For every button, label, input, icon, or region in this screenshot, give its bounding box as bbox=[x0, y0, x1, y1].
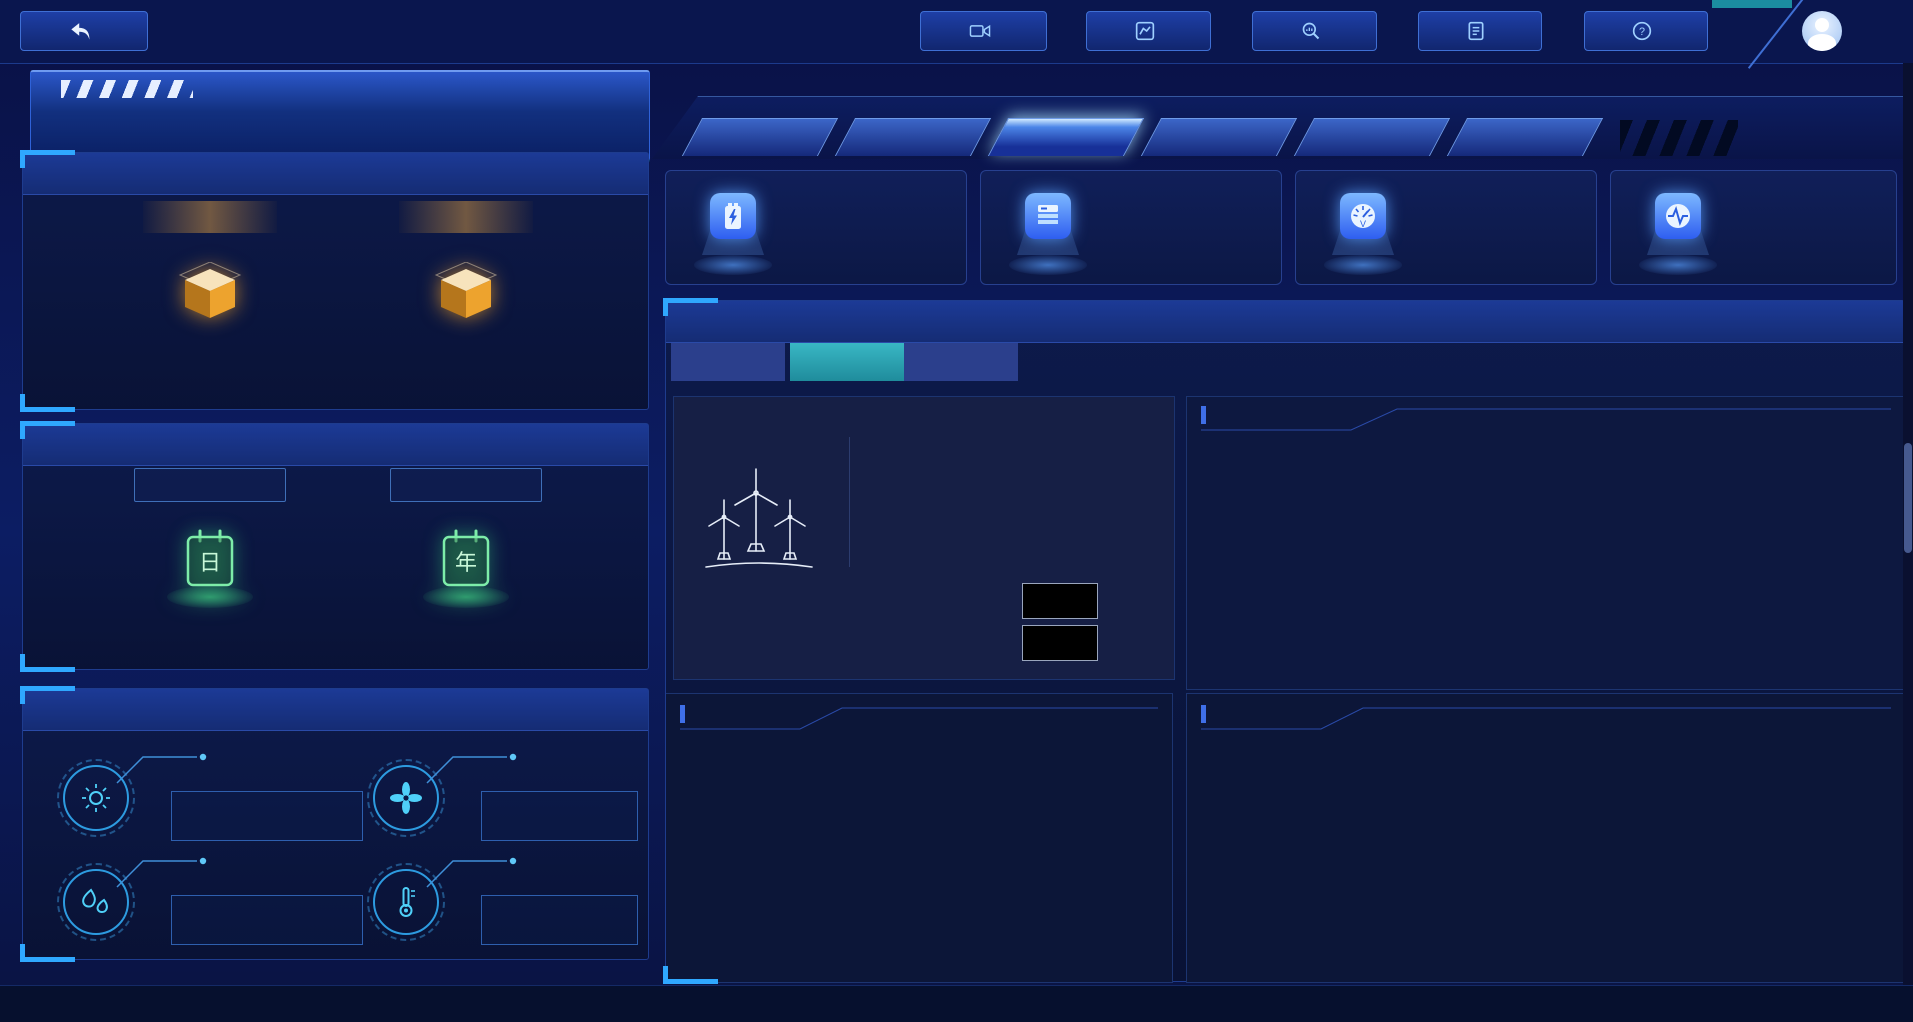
page-scrollbar bbox=[1903, 63, 1913, 985]
wind-speed-item bbox=[363, 747, 663, 847]
connector-line bbox=[115, 749, 219, 787]
svg-text:日: 日 bbox=[199, 550, 221, 575]
gold-cube-icon bbox=[341, 262, 591, 329]
temperature-value-box bbox=[481, 895, 638, 945]
tab-load-system[interactable] bbox=[1457, 118, 1593, 156]
connector-line bbox=[115, 853, 219, 891]
daily-calendar-icon: 日 bbox=[178, 525, 242, 600]
inverter-panel bbox=[665, 300, 1905, 982]
connector-line bbox=[425, 853, 529, 891]
voltmeter-icon: V bbox=[1340, 193, 1386, 239]
topbar-diagonal-divider bbox=[1748, 0, 1806, 69]
tab-pv-system[interactable] bbox=[845, 118, 981, 156]
event-log-button[interactable] bbox=[1418, 11, 1542, 51]
wind-speed-value-box bbox=[481, 791, 638, 841]
tab-wind-total-curve[interactable] bbox=[671, 343, 785, 381]
ac-side-panel bbox=[1186, 693, 1906, 983]
daily-generation-label bbox=[134, 468, 286, 502]
wind-power-dashboard: ? bbox=[0, 0, 1913, 1022]
tabband-hatch-decoration bbox=[1620, 120, 1738, 156]
tab-wind-system[interactable] bbox=[998, 118, 1134, 156]
total-income-label bbox=[399, 201, 533, 233]
total-income-block bbox=[341, 201, 591, 329]
brand-hatch-decoration bbox=[61, 80, 193, 98]
battery-icon bbox=[710, 193, 756, 239]
inverter-panel-header bbox=[666, 301, 1904, 343]
generation-panel-header bbox=[23, 424, 648, 466]
yearly-calendar-icon: 年 bbox=[434, 525, 498, 600]
section-decoration-line bbox=[680, 702, 1158, 732]
video-icon bbox=[969, 21, 991, 41]
power-curve-panel bbox=[1186, 396, 1906, 690]
stat-card-realtime-voltage: V bbox=[1295, 170, 1597, 285]
chart-x-axis bbox=[1279, 671, 1792, 689]
vertical-divider bbox=[849, 437, 850, 567]
inverter-status-badge bbox=[1022, 583, 1098, 619]
help-icon: ? bbox=[1632, 21, 1652, 41]
bottom-strip bbox=[0, 985, 1913, 1022]
chart-y-axis bbox=[1201, 467, 1273, 667]
inverter-info-panel bbox=[673, 396, 1175, 680]
brand-panel bbox=[30, 70, 650, 161]
report-search-icon bbox=[1301, 21, 1321, 41]
back-home-button[interactable] bbox=[20, 11, 148, 51]
wind-direction-value-box bbox=[171, 791, 363, 841]
avatar-person-icon bbox=[1815, 18, 1829, 32]
alert-summary bbox=[1742, 82, 1902, 96]
history-curve-button[interactable] bbox=[1086, 11, 1211, 51]
video-monitor-button[interactable] bbox=[920, 11, 1047, 51]
stat-card-realtime-power bbox=[1610, 170, 1897, 285]
connector-line bbox=[425, 749, 529, 787]
income-panel-header bbox=[23, 153, 648, 195]
weather-panel-header bbox=[23, 689, 648, 731]
svg-text:?: ? bbox=[1639, 26, 1645, 38]
daily-income-label bbox=[143, 201, 277, 233]
wind-direction-item bbox=[53, 747, 353, 847]
back-arrow-icon bbox=[69, 20, 91, 42]
gold-cube-icon bbox=[85, 262, 335, 329]
dc-side-panel bbox=[666, 693, 1173, 983]
user-avatar[interactable] bbox=[1802, 11, 1842, 51]
humidity-item bbox=[53, 851, 353, 951]
work-status-badge bbox=[1022, 625, 1098, 661]
income-panel bbox=[22, 152, 649, 410]
weather-panel bbox=[22, 688, 649, 960]
section-decoration-line bbox=[1201, 403, 1891, 433]
total-generation-label bbox=[390, 468, 542, 502]
daily-income-block bbox=[85, 201, 335, 329]
device-icon bbox=[1025, 193, 1071, 239]
stat-card-device-count bbox=[980, 170, 1282, 285]
svg-text:年: 年 bbox=[455, 550, 477, 575]
history-curve-icon bbox=[1135, 21, 1155, 41]
report-query-button[interactable] bbox=[1252, 11, 1377, 51]
tab-wind-inverter-north[interactable] bbox=[904, 343, 1018, 381]
generation-panel: 日 年 bbox=[22, 423, 649, 670]
total-generation-block: 年 bbox=[341, 468, 591, 600]
section-decoration-line bbox=[1201, 702, 1891, 732]
humidity-value-box bbox=[171, 895, 363, 945]
tab-wind-inverter-south[interactable] bbox=[790, 343, 904, 381]
topbar: ? bbox=[0, 0, 1913, 64]
scrollbar-thumb[interactable] bbox=[1904, 443, 1912, 553]
power-curve-svg bbox=[1279, 467, 1792, 667]
power-chart-plot bbox=[1279, 467, 1792, 667]
tab-charging-pile[interactable] bbox=[1151, 118, 1287, 156]
temperature-item bbox=[363, 851, 663, 951]
svg-text:V: V bbox=[1360, 219, 1366, 229]
help-docs-button[interactable]: ? bbox=[1584, 11, 1708, 51]
stat-card-installed-capacity bbox=[665, 170, 967, 285]
tab-storage-system[interactable] bbox=[692, 118, 828, 156]
daily-generation-block: 日 bbox=[85, 468, 335, 600]
topbar-teal-strip bbox=[1712, 0, 1792, 8]
power-wave-icon bbox=[1655, 193, 1701, 239]
wind-turbines-icon bbox=[694, 455, 824, 585]
event-log-icon bbox=[1467, 21, 1485, 41]
tab-diesel-system[interactable] bbox=[1304, 118, 1440, 156]
